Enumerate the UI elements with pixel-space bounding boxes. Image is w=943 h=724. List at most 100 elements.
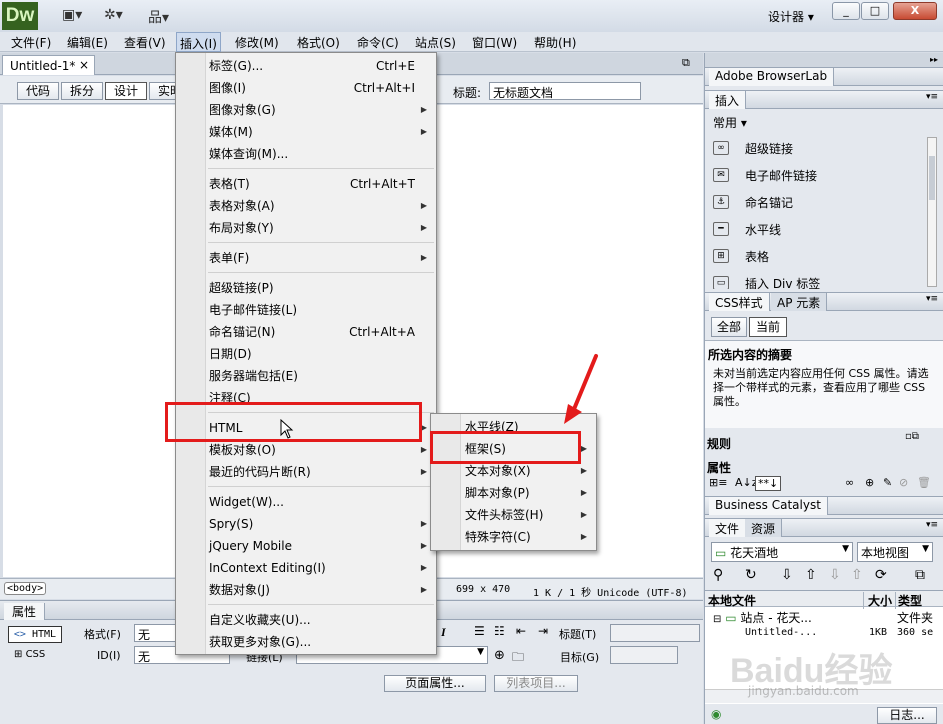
menu-edit[interactable]: 编辑(E) xyxy=(67,34,108,51)
log-button[interactable]: 日志... xyxy=(877,707,937,724)
delete-icon[interactable]: 🗑 xyxy=(917,476,931,489)
insert-menu-item[interactable]: 服务器端包括(E) xyxy=(209,365,435,387)
browse-folder-icon[interactable]: 🗀 xyxy=(512,648,524,669)
insert-menu-item[interactable]: 最近的代码片断(R) ▶ xyxy=(209,461,435,483)
close-button[interactable]: X xyxy=(893,2,937,20)
html-submenu-item[interactable]: 文件头标签(H) ▶ xyxy=(465,504,595,526)
refresh-icon[interactable]: ↻ xyxy=(745,567,757,583)
insert-scrollbar-thumb[interactable] xyxy=(929,156,935,200)
menu-view[interactable]: 查看(V) xyxy=(124,34,166,51)
rules-view-icon[interactable]: ▫⧉ xyxy=(905,431,919,442)
insert-horizontal-rule[interactable]: ━ 水平线 xyxy=(705,216,930,243)
css-all-button[interactable]: 全部 xyxy=(711,317,747,337)
insert-category-select[interactable]: 常用 ▾ xyxy=(713,114,747,131)
insert-table[interactable]: ⊞ 表格 xyxy=(705,243,930,270)
ordered-list-icon[interactable]: ☷ xyxy=(494,624,505,638)
css-mode-button[interactable]: ⊞ CSS xyxy=(14,649,45,660)
document-tab[interactable]: Untitled-1* × xyxy=(2,55,95,75)
panel-menu-icon[interactable]: ▾≡ xyxy=(926,520,938,530)
checkout-icon[interactable]: ⇩ xyxy=(829,567,841,583)
gear-icon[interactable]: ✲▾ xyxy=(104,7,123,23)
tag-selector-body[interactable]: <body> xyxy=(4,582,47,595)
html-submenu-item[interactable]: 特殊字符(C) ▶ xyxy=(465,526,595,548)
files-tab[interactable]: 文件 xyxy=(709,519,747,537)
insert-menu-item[interactable]: 超级链接(P) xyxy=(209,277,435,299)
insert-scrollbar[interactable] xyxy=(927,137,937,287)
insert-menu-item[interactable]: 标签(G)... Ctrl+E xyxy=(209,55,435,77)
insert-menu-item[interactable]: jQuery Mobile ▶ xyxy=(209,535,435,557)
collapse-icon[interactable]: ⊟ xyxy=(713,614,721,625)
category-view-icon[interactable]: ⊞≡ xyxy=(709,476,727,489)
new-rule-icon[interactable]: ⊕ xyxy=(865,476,874,489)
view-select[interactable]: 本地视图 ▼ xyxy=(857,542,933,562)
insert-menu-item[interactable]: 电子邮件链接(L) xyxy=(209,299,435,321)
insert-menu-item[interactable]: 媒体(M) ▶ xyxy=(209,121,435,143)
menu-site[interactable]: 站点(S) xyxy=(415,34,456,51)
point-to-file-icon[interactable]: ⊕ xyxy=(494,648,505,663)
italic-icon[interactable]: I xyxy=(441,625,446,640)
page-properties-button[interactable]: 页面属性... xyxy=(384,675,486,692)
menu-window[interactable]: 窗口(W) xyxy=(472,34,517,51)
connect-icon[interactable]: ⚲ xyxy=(713,567,723,583)
insert-menu-item[interactable]: 图像(I) Ctrl+Alt+I xyxy=(209,77,435,99)
code-view-button[interactable]: 代码 xyxy=(17,82,59,100)
design-view-button[interactable]: 设计 xyxy=(105,82,147,100)
list-item-button[interactable]: 列表项目... xyxy=(494,675,578,692)
target-select[interactable] xyxy=(610,646,678,664)
indent-icon[interactable]: ⇥ xyxy=(538,624,548,638)
properties-tab[interactable]: 属性 xyxy=(4,603,46,620)
insert-menu-item[interactable]: InContext Editing(I) ▶ xyxy=(209,557,435,579)
split-view-button[interactable]: 拆分 xyxy=(61,82,103,100)
col-type[interactable]: 类型 xyxy=(895,592,922,609)
restore-button[interactable]: □ xyxy=(861,2,889,20)
assets-tab[interactable]: 资源 xyxy=(745,519,783,537)
insert-named-anchor[interactable]: ⚓ 命名锚记 xyxy=(705,189,930,216)
site-root-row[interactable]: ⊟ ▭ 站点 - 花天... 文件夹 xyxy=(713,609,943,626)
site-select[interactable]: ▭ 花天酒地 ▼ xyxy=(711,542,853,562)
outdent-icon[interactable]: ⇤ xyxy=(516,624,526,638)
insert-menu-item[interactable]: 表格对象(A) ▶ xyxy=(209,195,435,217)
unordered-list-icon[interactable]: ☰ xyxy=(474,624,485,638)
attach-style-icon[interactable]: ∞ xyxy=(845,476,854,489)
disable-icon[interactable]: ⊘ xyxy=(899,476,908,489)
set-properties-icon[interactable]: **↓ xyxy=(755,476,782,491)
restore-doc-icon[interactable]: ⧉ xyxy=(682,56,690,70)
site-icon[interactable]: 品▾ xyxy=(148,7,169,27)
workspace-switcher[interactable]: 设计器 ▾ xyxy=(768,8,814,25)
html-mode-button[interactable]: <> HTML xyxy=(8,626,62,643)
menu-file[interactable]: 文件(F) xyxy=(11,34,51,51)
menu-commands[interactable]: 命令(C) xyxy=(357,34,399,51)
title-field-input[interactable] xyxy=(610,624,700,642)
insert-menu-item[interactable]: 数据对象(J) ▶ xyxy=(209,579,435,601)
insert-menu-item[interactable]: 日期(D) xyxy=(209,343,435,365)
insert-menu-item[interactable]: 布局对象(Y) ▶ xyxy=(209,217,435,239)
insert-menu-item[interactable]: 媒体查询(M)... xyxy=(209,143,435,165)
css-styles-tab[interactable]: CSS样式 xyxy=(709,293,770,311)
css-current-button[interactable]: 当前 xyxy=(749,317,787,337)
window-size[interactable]: 699 x 470 xyxy=(456,584,510,595)
insert-email-link[interactable]: ✉ 电子邮件链接 xyxy=(705,162,930,189)
panel-menu-icon[interactable]: ▾≡ xyxy=(926,92,938,102)
menu-insert[interactable]: 插入(I) xyxy=(176,32,221,52)
insert-menu-item[interactable]: 获取更多对象(G)... xyxy=(209,631,435,653)
insert-menu-item[interactable]: 模板对象(O) ▶ xyxy=(209,439,435,461)
col-local-files[interactable]: 本地文件 xyxy=(708,592,756,609)
ap-elements-tab[interactable]: AP 元素 xyxy=(771,293,828,311)
insert-menu-item[interactable]: 表单(F) ▶ xyxy=(209,247,435,269)
business-catalyst-tab[interactable]: Business Catalyst xyxy=(709,497,828,515)
col-size[interactable]: 大小 xyxy=(863,592,892,609)
panel-menu-icon[interactable]: ▾≡ xyxy=(926,294,938,304)
minimize-button[interactable]: _ xyxy=(832,2,860,20)
insert-menu-item[interactable]: Spry(S) ▶ xyxy=(209,513,435,535)
menu-modify[interactable]: 修改(M) xyxy=(235,34,279,51)
insert-menu-item[interactable]: 图像对象(G) ▶ xyxy=(209,99,435,121)
sync-icon[interactable]: ⟳ xyxy=(875,567,887,583)
insert-menu-item[interactable]: 表格(T) Ctrl+Alt+T xyxy=(209,173,435,195)
menu-help[interactable]: 帮助(H) xyxy=(534,34,576,51)
layout-icon[interactable]: ▣▾ xyxy=(62,7,82,23)
checkin-icon[interactable]: ⇧ xyxy=(851,567,863,583)
insert-hyperlink[interactable]: ∞ 超级链接 xyxy=(705,135,930,162)
panel-collapse-icon[interactable]: ▸▸ xyxy=(705,53,943,67)
browserlab-tab[interactable]: Adobe BrowserLab xyxy=(709,68,835,86)
tab-close-icon[interactable]: × xyxy=(79,58,89,72)
